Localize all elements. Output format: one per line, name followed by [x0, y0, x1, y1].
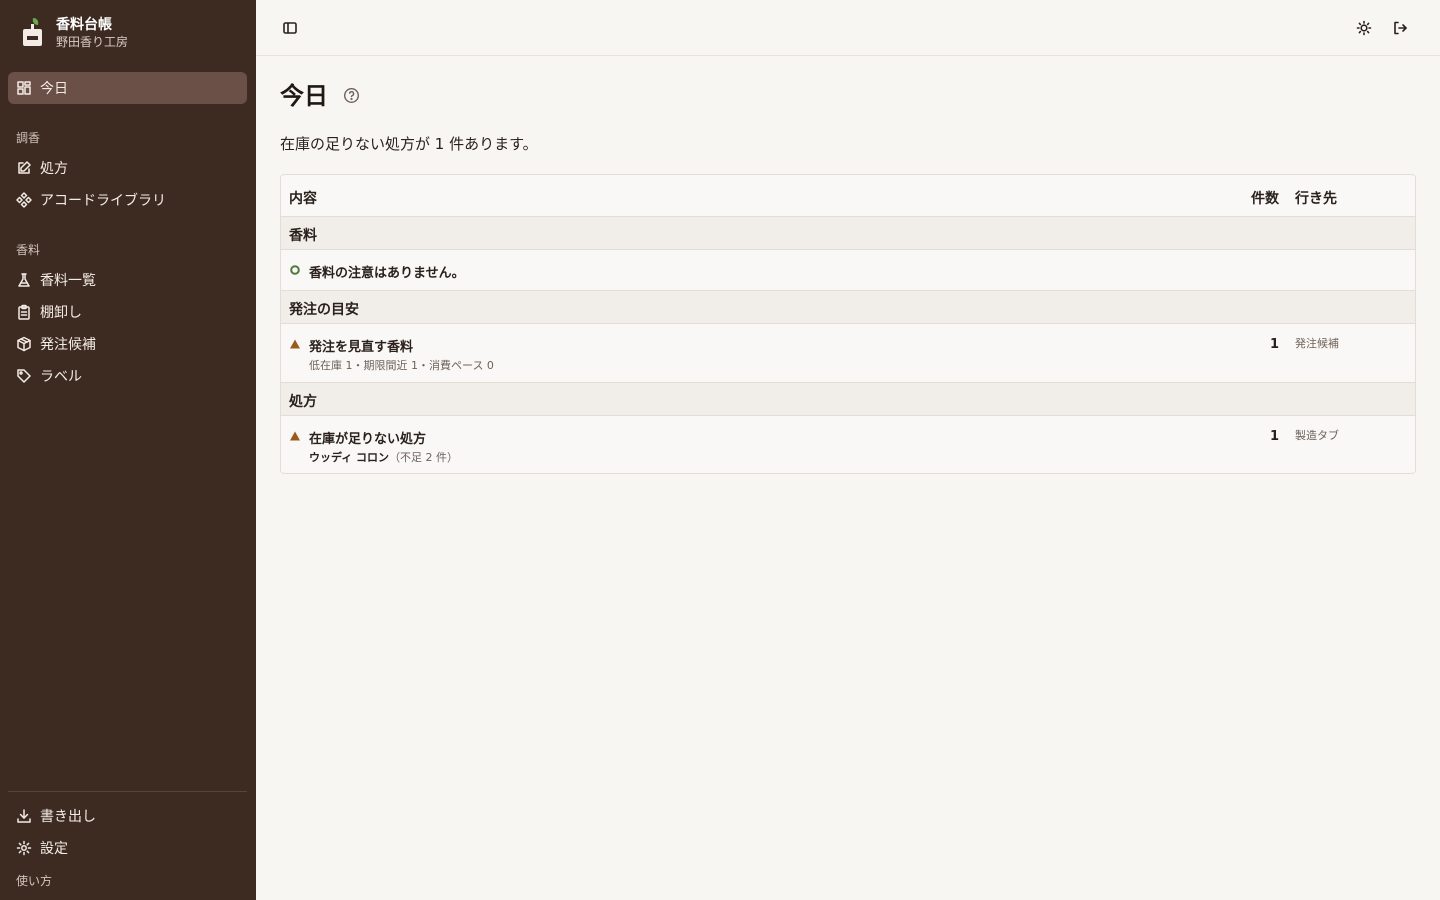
table-row: 香料の注意はありません。	[281, 250, 1415, 291]
row-subtitle: 低在庫 1・期限間近 1・消費ペース 0	[309, 359, 494, 372]
help-link[interactable]: 使い方	[16, 872, 52, 889]
edit-icon	[16, 160, 32, 176]
nav-item-labels[interactable]: ラベル	[8, 360, 247, 392]
shortage-note: （不足 2 件）	[389, 451, 459, 464]
nav-section-label: 調香	[16, 131, 41, 145]
nav-item-order-candidates[interactable]: 発注候補	[8, 328, 247, 360]
alerts-table: 内容 件数 行き先 香料 香料の注意はありません。 発注の目安 発注を見直す香料…	[280, 174, 1416, 474]
page-title: 今日	[280, 82, 328, 110]
group-label: 香料	[289, 228, 317, 244]
nav-item-accord-library[interactable]: アコードライブラリ	[8, 184, 247, 216]
row-title: 香料の注意はありません。	[309, 266, 465, 281]
table-header: 内容 件数 行き先	[281, 175, 1415, 217]
tag-icon	[16, 368, 32, 384]
column-header-count: 件数	[1251, 191, 1279, 207]
group-label: 発注の目安	[289, 302, 359, 318]
sidebar-toggle-icon	[283, 22, 297, 34]
nav-item-export[interactable]: 書き出し	[8, 800, 247, 832]
download-icon	[16, 808, 32, 824]
nav-item-label: 設定	[40, 841, 68, 857]
nav-item-label: 処方	[40, 161, 68, 177]
logout-button[interactable]	[1388, 16, 1412, 40]
sidebar-toggle-button[interactable]	[278, 16, 302, 40]
row-subtitle: ウッディ コロン（不足 2 件）	[309, 449, 458, 465]
nav-item-formulas[interactable]: 処方	[8, 152, 247, 184]
sidebar-divider	[8, 791, 247, 792]
sidebar: 香料台帳 野田香り工房 今日 調香 処方 アコードライブラリ 香料 香料一覧 棚…	[0, 0, 256, 900]
table-row[interactable]: 在庫が足りない処方 ウッディ コロン（不足 2 件） 1 製造タブ	[281, 416, 1415, 473]
nav-item-label: 発注候補	[40, 337, 96, 353]
row-count: 1	[1269, 429, 1279, 444]
formula-name: ウッディ コロン	[309, 451, 390, 464]
help-icon[interactable]	[343, 87, 360, 104]
theme-toggle-button[interactable]	[1352, 16, 1376, 40]
row-title: 在庫が足りない処方	[309, 432, 427, 447]
sun-icon	[1356, 20, 1372, 36]
nav-item-label: 棚卸し	[40, 305, 82, 321]
nav-section-label: 香料	[16, 243, 41, 257]
gear-icon	[16, 840, 32, 856]
topbar	[256, 0, 1440, 56]
app-subtitle: 野田香り工房	[56, 35, 129, 49]
app-title: 香料台帳	[56, 17, 112, 33]
ok-circle-icon	[290, 265, 300, 275]
group-header: 発注の目安	[281, 291, 1415, 324]
nav-item-label: ラベル	[40, 369, 82, 385]
logout-icon	[1394, 21, 1407, 35]
flask-icon	[16, 272, 32, 288]
nav-item-materials[interactable]: 香料一覧	[8, 264, 247, 296]
row-destination-link[interactable]: 製造タブ	[1295, 427, 1339, 443]
nav-item-settings[interactable]: 設定	[8, 832, 247, 864]
package-icon	[16, 336, 32, 352]
summary-text: 在庫の足りない処方が 1 件あります。	[280, 135, 538, 153]
table-row[interactable]: 発注を見直す香料 低在庫 1・期限間近 1・消費ペース 0 1 発注候補	[281, 324, 1415, 383]
group-header: 香料	[281, 217, 1415, 250]
row-count: 1	[1269, 337, 1279, 352]
column-header-content: 内容	[289, 191, 317, 207]
clipboard-icon	[16, 304, 32, 320]
row-title: 発注を見直す香料	[309, 340, 414, 355]
nav-item-today[interactable]: 今日	[8, 72, 247, 104]
group-header: 処方	[281, 383, 1415, 416]
nav-item-label: 香料一覧	[40, 273, 96, 289]
warning-triangle-icon	[290, 339, 300, 349]
row-destination-link[interactable]: 発注候補	[1295, 335, 1339, 351]
column-header-destination: 行き先	[1295, 191, 1337, 207]
brand: 香料台帳 野田香り工房	[20, 16, 128, 50]
accord-icon	[16, 192, 32, 208]
group-label: 処方	[289, 394, 317, 410]
nav-item-inventory[interactable]: 棚卸し	[8, 296, 247, 328]
app-logo-icon	[20, 16, 44, 48]
nav-item-label: 今日	[40, 81, 68, 97]
dashboard-icon	[16, 80, 32, 96]
nav-item-label: アコードライブラリ	[40, 193, 166, 209]
warning-triangle-icon	[290, 431, 300, 441]
nav-item-label: 書き出し	[40, 809, 96, 825]
